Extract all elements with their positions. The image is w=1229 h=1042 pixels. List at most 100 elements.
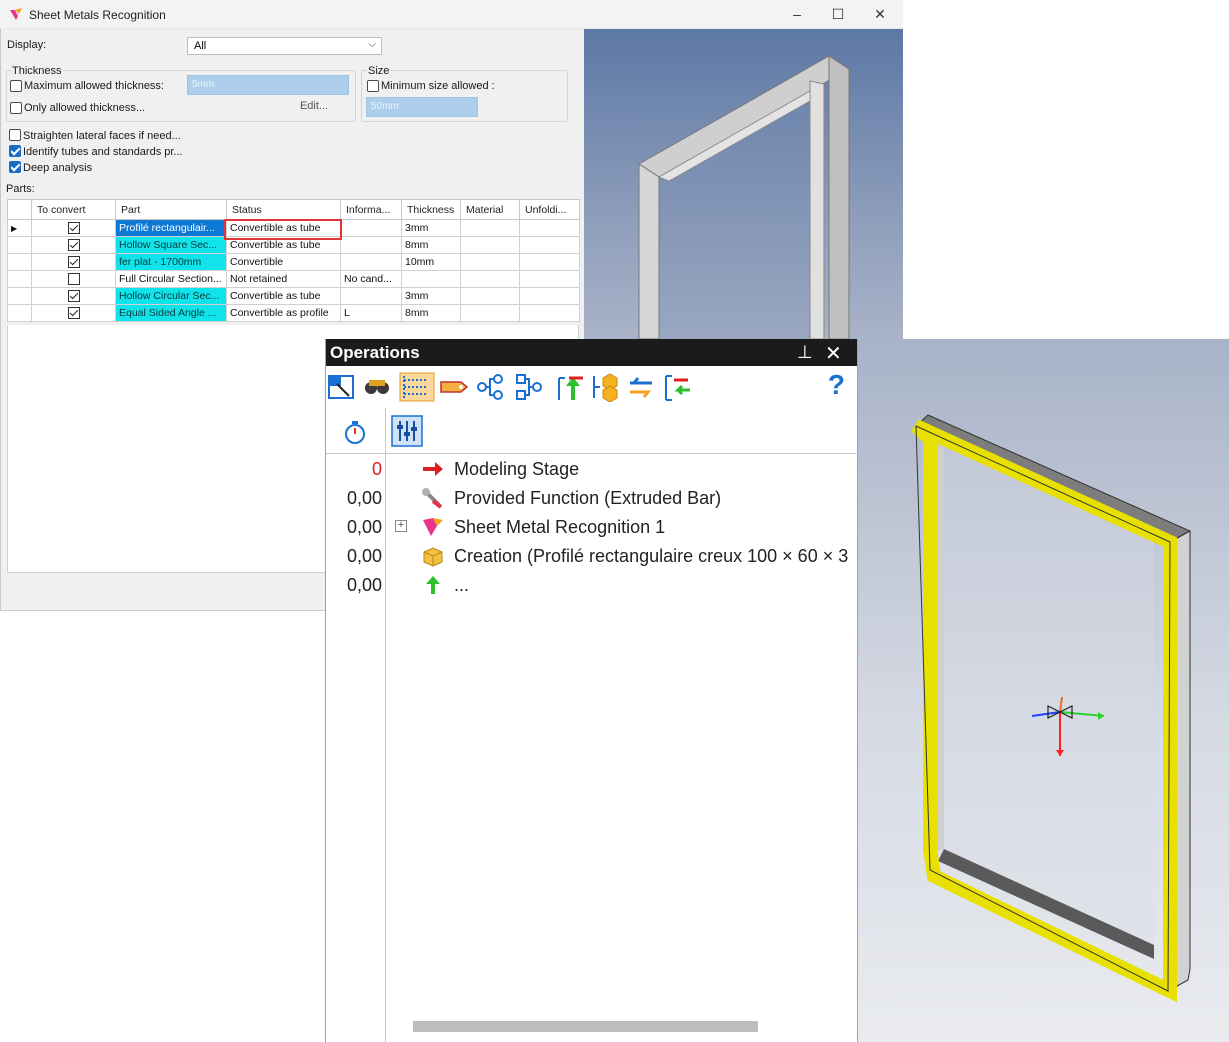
status-cell: Convertible as tube [226, 287, 341, 305]
column-header[interactable]: Unfoldi... [519, 199, 580, 220]
hexagon-group-icon[interactable] [590, 372, 620, 402]
column-header[interactable]: Material [460, 199, 520, 220]
tree-right-icon[interactable] [514, 372, 544, 402]
table-row[interactable]: fer plat - 1700mm Convertible 10mm [7, 253, 580, 271]
checkbox-icon[interactable] [67, 256, 80, 269]
3d-viewport-right[interactable] [858, 339, 1229, 1042]
move-up-icon[interactable] [555, 372, 585, 402]
operations-toolbar: ? [326, 366, 857, 408]
thickness-cell: 3mm [401, 287, 461, 305]
tree-left-icon[interactable] [476, 372, 506, 402]
chevron-down-icon: ⌵ [368, 39, 376, 50]
row-marker [7, 287, 32, 305]
min-size-checkbox[interactable] [367, 80, 379, 92]
status-cell: Convertible [226, 253, 341, 271]
tree-insert-icon[interactable] [662, 372, 692, 402]
tag-icon[interactable] [439, 372, 469, 402]
stopwatch-icon[interactable] [342, 419, 368, 445]
column-header[interactable]: Part [115, 199, 227, 220]
status-cell: Not retained [226, 270, 341, 288]
status-highlight-box [224, 219, 342, 240]
edit-button[interactable]: Edit... [279, 98, 349, 116]
convert-checkbox[interactable] [31, 236, 116, 254]
swap-arrows-icon[interactable] [626, 372, 656, 402]
identify-label: Identify tubes and standards pr... [23, 146, 183, 158]
convert-checkbox[interactable] [31, 253, 116, 271]
convert-checkbox[interactable] [31, 219, 116, 237]
table-row[interactable]: Equal Sided Angle ... Convertible as prof… [7, 304, 580, 322]
column-header[interactable]: To convert [31, 199, 116, 220]
column-header[interactable]: Status [226, 199, 341, 220]
column-header[interactable] [7, 199, 32, 220]
table-row[interactable]: Hollow Circular Sec... Convertible as tub… [7, 287, 580, 305]
tree-item[interactable]: 0,00... [326, 571, 856, 599]
min-size-label: Minimum size allowed : [381, 80, 495, 92]
information-cell: No cand... [340, 270, 402, 288]
max-thickness-field[interactable]: 5mm [187, 75, 349, 95]
deep-analysis-checkbox[interactable] [9, 161, 21, 173]
thickness-cell: 8mm [401, 304, 461, 322]
sliders-icon[interactable] [391, 415, 423, 447]
binoculars-icon[interactable] [362, 372, 392, 402]
function-wrench-icon [421, 487, 445, 509]
tree-item[interactable]: 0 Modeling Stage [326, 455, 856, 483]
table-row[interactable]: Full Circular Section... Not retained No c… [7, 270, 580, 288]
part-cell: fer plat - 1700mm [115, 253, 227, 271]
column-header[interactable]: Thickness [401, 199, 461, 220]
minimize-button[interactable]: ‒ [786, 4, 808, 24]
window-titlebar: Sheet Metals Recognition ‒ ☐ ✕ [0, 0, 903, 29]
information-cell [340, 287, 402, 305]
convert-checkbox[interactable] [31, 270, 116, 288]
checkbox-icon[interactable] [67, 290, 80, 303]
tree-item[interactable]: 0,00 Creation (Profilé rectangulaire creu… [326, 542, 856, 570]
information-cell [340, 236, 402, 254]
size-group-title: Size [367, 65, 391, 77]
checkbox-icon[interactable] [67, 273, 80, 286]
tree-item[interactable]: 0,00 + Sheet Metal Recognition 1 [326, 513, 856, 541]
convert-checkbox[interactable] [31, 287, 116, 305]
material-cell [460, 304, 520, 322]
material-cell [460, 287, 520, 305]
tree-item-label: Sheet Metal Recognition 1 [454, 517, 666, 537]
identify-checkbox[interactable] [9, 145, 21, 157]
operations-title: Operations [330, 343, 420, 362]
thickness-cell: 8mm [401, 236, 461, 254]
window-title: Sheet Metals Recognition [29, 8, 166, 22]
part-cell: Hollow Square Sec... [115, 236, 227, 254]
unfolding-cell [519, 236, 580, 254]
part-cell: Full Circular Section... [115, 270, 227, 288]
min-size-field[interactable]: 50mm [366, 97, 478, 117]
tree-item[interactable]: 0,00 Provided Function (Extruded Bar) [326, 484, 856, 512]
maximize-button[interactable]: ☐ [827, 4, 849, 24]
checkbox-icon[interactable] [67, 222, 80, 235]
select-icon[interactable] [327, 372, 357, 402]
close-button[interactable]: ✕ [869, 4, 891, 24]
convert-checkbox[interactable] [31, 304, 116, 322]
close-icon[interactable]: ✕ [825, 341, 842, 366]
expand-icon[interactable]: + [395, 520, 407, 532]
checkbox-icon[interactable] [67, 239, 80, 252]
row-marker [7, 236, 32, 254]
tree-item-label: Modeling Stage [454, 459, 580, 479]
deep-analysis-label: Deep analysis [23, 162, 93, 174]
max-thickness-checkbox[interactable] [10, 80, 22, 92]
information-cell [340, 253, 402, 271]
green-up-arrow-icon [421, 574, 445, 596]
help-icon[interactable]: ? [828, 369, 845, 401]
unfolding-cell [519, 219, 580, 237]
thickness-cell: 10mm [401, 253, 461, 271]
only-allowed-checkbox[interactable] [10, 102, 22, 114]
app-logo-icon [10, 8, 22, 20]
pin-icon[interactable]: ⊥ [797, 342, 813, 363]
operations-header: Operations ⊥ ✕ [326, 339, 857, 366]
row-marker [7, 270, 32, 288]
3d-viewport-top[interactable] [584, 29, 903, 339]
numbered-list-icon[interactable] [399, 372, 435, 402]
checkbox-icon[interactable] [67, 307, 80, 320]
straighten-checkbox[interactable] [9, 129, 21, 141]
unfolding-cell [519, 304, 580, 322]
column-header[interactable]: Informa... [340, 199, 402, 220]
horizontal-scrollbar[interactable] [413, 1021, 758, 1032]
display-select[interactable]: All ⌵ [187, 37, 382, 55]
part-cell: Profilé rectangulair... [115, 219, 227, 237]
